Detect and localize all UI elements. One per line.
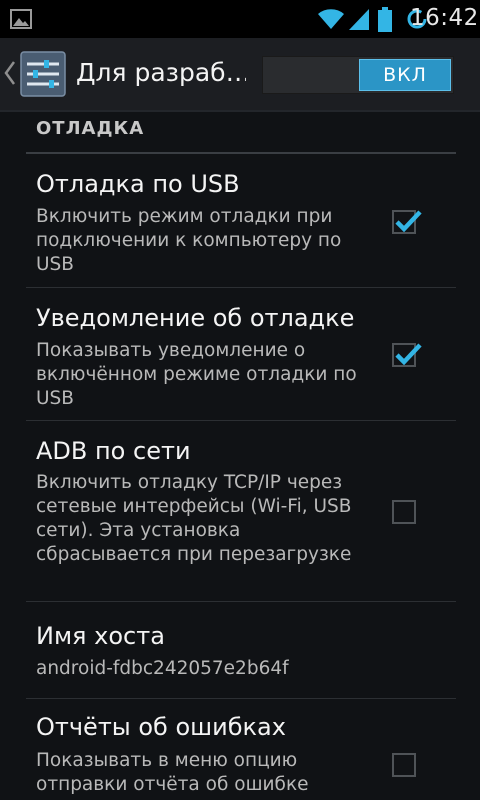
- chevron-left-icon[interactable]: [3, 60, 17, 86]
- pref-bug-reports[interactable]: Отчёты об ошибках Показывать в меню опци…: [0, 699, 480, 800]
- section-divider: [26, 152, 456, 154]
- settings-sliders-icon[interactable]: [20, 51, 66, 97]
- checkmark-icon: [395, 210, 422, 233]
- bug-reports-checkbox[interactable]: [392, 753, 416, 777]
- pref-title: Отчёты об ошибках: [36, 713, 286, 741]
- pref-summary: android-fdbc242057e2b64f: [36, 658, 289, 679]
- action-bar: Для разраб… ВКЛ: [0, 38, 480, 112]
- picture-icon: [10, 9, 32, 29]
- pref-title: Уведомление об отладке: [36, 304, 355, 332]
- status-bar: 16:42: [0, 0, 480, 38]
- pref-debug-notification[interactable]: Уведомление об отладке Показывать уведом…: [0, 288, 480, 421]
- section-header: ОТЛАДКА: [36, 118, 145, 139]
- switch-thumb: ВКЛ: [359, 59, 451, 91]
- pref-summary: Включить режим отладки при подключении к…: [36, 206, 342, 275]
- preferences-list: ОТЛАДКА Отладка по USB Включить режим от…: [0, 112, 480, 800]
- adb-network-checkbox[interactable]: [392, 500, 416, 524]
- pref-title: Имя хоста: [36, 622, 165, 650]
- pref-title: Отладка по USB: [36, 170, 240, 198]
- switch-label: ВКЛ: [383, 64, 427, 86]
- status-time: 16:42: [410, 5, 479, 31]
- usb-debugging-checkbox[interactable]: [392, 210, 422, 234]
- signal-icon: [349, 9, 369, 30]
- wifi-icon: [318, 9, 344, 29]
- pref-summary: Показывать уведомление о включённом режи…: [36, 340, 357, 409]
- pref-summary: Включить отладку TCP/IP через сетевые ин…: [36, 472, 352, 565]
- pref-usb-debugging[interactable]: Отладка по USB Включить режим отладки пр…: [0, 156, 480, 288]
- developer-options-switch[interactable]: ВКЛ: [262, 56, 454, 94]
- pref-title: ADB по сети: [36, 437, 191, 465]
- pref-hostname[interactable]: Имя хоста android-fdbc242057e2b64f: [0, 602, 480, 699]
- battery-icon: [378, 7, 392, 32]
- pref-adb-network[interactable]: ADB по сети Включить отладку TCP/IP чере…: [0, 421, 480, 602]
- pref-summary: Показывать в меню опцию отправки отчёта …: [36, 750, 309, 795]
- debug-notification-checkbox[interactable]: [392, 343, 422, 367]
- checkmark-icon: [395, 343, 422, 366]
- page-title: Для разраб…: [76, 58, 246, 87]
